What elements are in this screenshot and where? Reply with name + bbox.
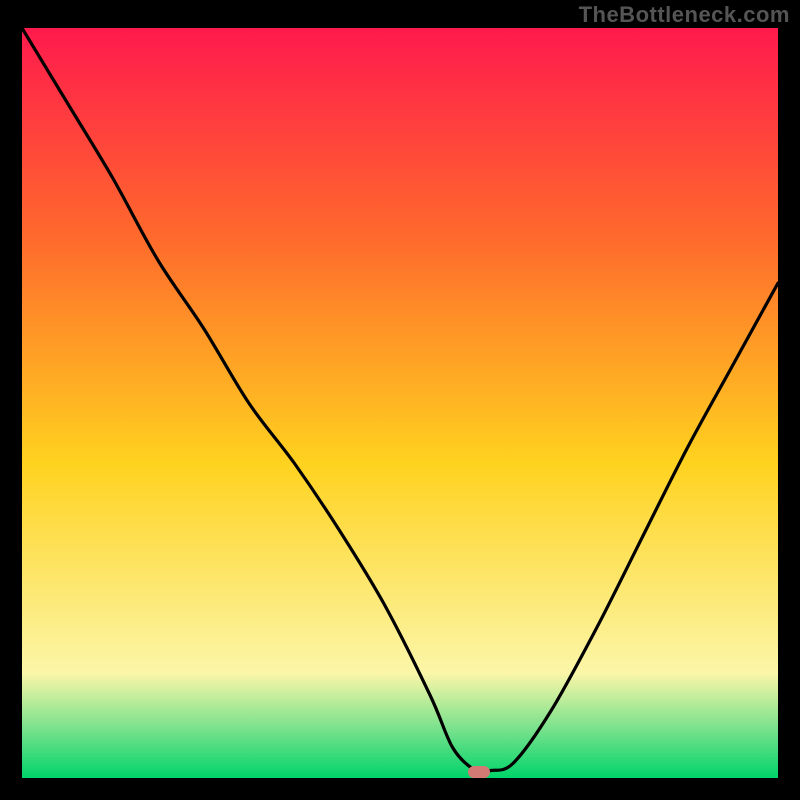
chart-frame: TheBottleneck.com [0, 0, 800, 800]
bottleneck-curve [22, 28, 778, 778]
watermark-text: TheBottleneck.com [579, 2, 790, 28]
optimal-marker [468, 766, 490, 778]
plot-area [22, 28, 778, 778]
